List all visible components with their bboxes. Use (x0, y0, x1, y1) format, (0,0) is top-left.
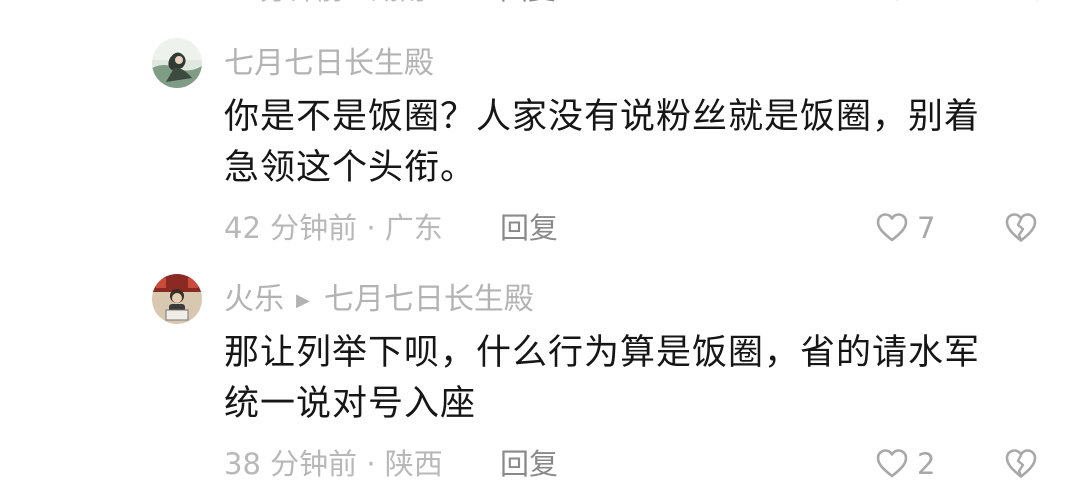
heart-outline-icon[interactable] (880, 0, 914, 15)
time-location: 42 分钟前 · 广东 (224, 211, 443, 245)
previous-comment-meta: 27分钟前 · 湖南 回复 (224, 0, 1054, 10)
content-line: 你是不是饭圈？人家没有说粉丝就是饭圈，别着 (224, 97, 981, 137)
broken-heart-icon (1005, 213, 1037, 242)
comment-author[interactable]: 火乐 ▶ 七月七日长生殿 (224, 280, 534, 321)
dislike-button[interactable] (1003, 208, 1039, 248)
content-line: 急领这个头衔。 (224, 148, 477, 188)
content-line: 那让列举下呗，什么行为算是饭圈，省的请水军 (224, 333, 981, 373)
dislike-button[interactable] (1003, 444, 1039, 484)
like-count: 2 (917, 447, 936, 481)
avatar-image (152, 38, 202, 88)
author-name[interactable]: 火乐 (224, 282, 284, 317)
like-count: 7 (917, 211, 936, 245)
heart-outline-icon (876, 213, 908, 242)
reply-button[interactable]: 回复 (500, 208, 558, 248)
like-button[interactable]: 2 (875, 444, 935, 484)
like-button[interactable]: 7 (875, 208, 935, 248)
comment-meta: 38 分钟前 · 陕西 回复 2 (224, 444, 1044, 484)
reply-to-name[interactable]: 七月七日长生殿 (324, 282, 534, 317)
content-line: 统一说对号入座 (224, 384, 477, 424)
reply-arrow-icon: ▶ (296, 290, 310, 311)
comment-content: 你是不是饭圈？人家没有说粉丝就是饭圈，别着 急领这个头衔。 (224, 92, 1044, 194)
reply-button[interactable]: 回复 (500, 0, 556, 10)
comment-author[interactable]: 七月七日长生殿 (224, 44, 434, 84)
avatar[interactable] (152, 38, 202, 88)
avatar[interactable] (152, 274, 202, 324)
author-name[interactable]: 七月七日长生殿 (224, 46, 434, 81)
time-location: 27分钟前 · 湖南 (224, 0, 426, 10)
reply-button[interactable]: 回复 (500, 444, 558, 484)
avatar-image (152, 274, 202, 324)
comment-content: 那让列举下呗，什么行为算是饭圈，省的请水军 统一说对号入座 (224, 328, 1044, 430)
time-location: 38 分钟前 · 陕西 (224, 447, 443, 481)
comment-meta: 42 分钟前 · 广东 回复 7 (224, 208, 1044, 248)
broken-heart-icon[interactable] (1020, 0, 1054, 15)
